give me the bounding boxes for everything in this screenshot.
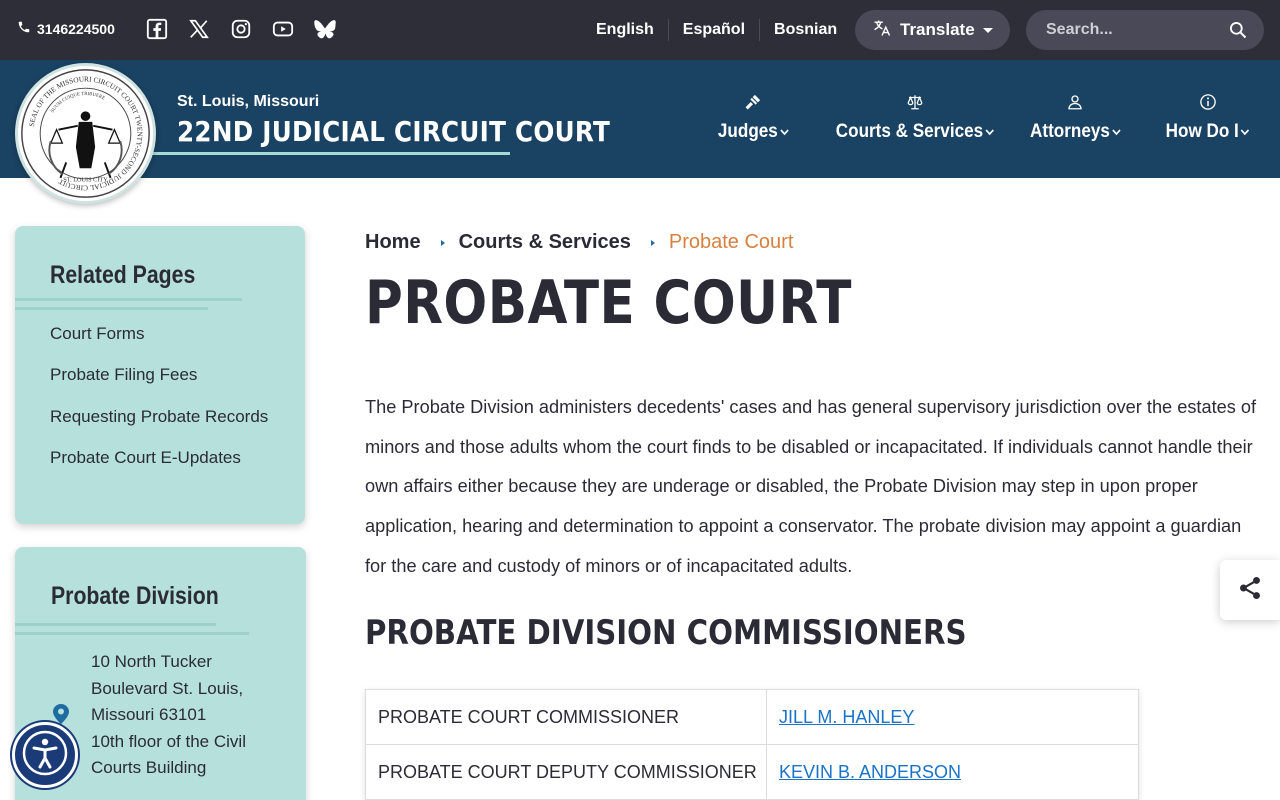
gavel-icon <box>744 93 762 121</box>
accessibility-button[interactable] <box>12 722 78 788</box>
page-title: PROBATE COURT <box>365 268 852 338</box>
phone-number: 3146224500 <box>37 20 115 37</box>
lang-english[interactable]: English <box>582 19 669 41</box>
title-underline <box>15 632 249 635</box>
info-icon <box>1199 93 1217 121</box>
lang-bosnian[interactable]: Bosnian <box>760 19 851 41</box>
utility-bar: 3146224500 English Español Bosnian Trans… <box>0 0 1280 60</box>
related-pages-title: Related Pages <box>50 261 196 289</box>
address-line: 10th floor of the Civil <box>91 731 246 751</box>
court-location: St. Louis, Missouri <box>177 93 320 110</box>
nav-how-label: How Do I <box>1165 121 1239 142</box>
caret-down-icon <box>982 20 993 40</box>
division-address: 10 North Tucker Boulevard St. Louis, Mis… <box>91 649 281 782</box>
breadcrumb-current: Probate Court <box>668 231 794 253</box>
nav-attorneys[interactable]: Attorneys <box>1025 93 1126 143</box>
youtube-icon[interactable] <box>272 18 294 40</box>
chevron-down-icon <box>1240 129 1250 136</box>
nav-judges[interactable]: Judges <box>714 93 793 143</box>
share-icon <box>1237 575 1263 606</box>
related-pages-card: Related Pages Court Forms Probate Filing… <box>15 226 305 524</box>
seal-bottom-text: ST. LOUIS CITY <box>63 177 108 184</box>
nav-courts-services[interactable]: Courts & Services <box>827 93 1003 143</box>
address-line: 10 North Tucker <box>91 652 212 671</box>
chevron-down-icon <box>779 129 789 136</box>
triangle-right-icon <box>650 239 655 246</box>
table-row: PROBATE COURT DEPUTY COMMISSIONER KEVIN … <box>365 744 1139 800</box>
share-button[interactable] <box>1220 560 1280 620</box>
nav-judges-label: Judges <box>717 121 778 142</box>
lang-espanol[interactable]: Español <box>669 19 761 41</box>
phone-icon <box>17 20 31 37</box>
table-row: PROBATE COURT COMMISSIONER JILL M. HANLE… <box>365 689 1139 745</box>
triangle-right-icon <box>440 239 445 246</box>
nav-courts-label: Courts & Services <box>835 121 984 142</box>
language-links: English Español Bosnian <box>582 19 851 41</box>
translate-icon <box>872 18 892 43</box>
link-probate-filing-fees[interactable]: Probate Filing Fees <box>50 365 197 385</box>
translate-label: Translate <box>900 20 975 39</box>
instagram-icon[interactable] <box>230 18 252 40</box>
person-icon <box>1066 93 1084 121</box>
link-requesting-probate-records[interactable]: Requesting Probate Records <box>50 407 268 427</box>
commissioner-role: PROBATE COURT DEPUTY COMMISSIONER <box>365 744 767 800</box>
accessibility-icon <box>20 728 70 783</box>
link-court-forms[interactable]: Court Forms <box>50 324 144 344</box>
phone-link[interactable]: 3146224500 <box>17 20 115 37</box>
commissioners-table: PROBATE COURT COMMISSIONER JILL M. HANLE… <box>365 689 1139 800</box>
x-icon[interactable] <box>188 18 210 40</box>
title-underline <box>15 623 216 626</box>
scales-icon <box>906 93 924 121</box>
bluesky-icon[interactable] <box>314 18 336 40</box>
commissioner-link[interactable]: KEVIN B. ANDERSON <box>779 762 961 782</box>
nav-how-do-i[interactable]: How Do I <box>1161 93 1254 143</box>
search-icon[interactable] <box>1228 20 1248 40</box>
title-underline <box>15 307 208 310</box>
translate-button[interactable]: Translate <box>855 10 1010 50</box>
commissioner-name-cell: KEVIN B. ANDERSON <box>766 744 1139 800</box>
commissioner-name-cell: JILL M. HANLEY <box>766 689 1139 745</box>
nav-attorneys-label: Attorneys <box>1030 121 1110 142</box>
address-line: Missouri 63101 <box>91 705 207 724</box>
title-underline <box>15 298 242 301</box>
search-box <box>1026 10 1264 50</box>
section-title: PROBATE DIVISION COMMISSIONERS <box>365 613 967 653</box>
social-links <box>146 18 336 40</box>
breadcrumb-courts-services[interactable]: Courts & Services <box>459 231 631 254</box>
chevron-down-icon <box>1111 129 1121 136</box>
breadcrumb-home[interactable]: Home <box>365 231 421 254</box>
probate-division-title: Probate Division <box>51 582 219 610</box>
facebook-icon[interactable] <box>146 18 168 40</box>
court-name-link[interactable]: 22ND JUDICIAL CIRCUIT COURT <box>177 115 610 148</box>
chevron-down-icon <box>985 129 994 136</box>
breadcrumb: Home Courts & Services Probate Court <box>365 231 793 254</box>
link-probate-e-updates[interactable]: Probate Court E-Updates <box>50 448 241 468</box>
site-header: SEAL OF THE MISSOURI CIRCUIT COURT TWENT… <box>0 60 1280 204</box>
court-seal-logo[interactable]: SEAL OF THE MISSOURI CIRCUIT COURT TWENT… <box>15 63 156 204</box>
search-input[interactable] <box>1026 10 1226 50</box>
address-line: Courts Building <box>91 758 207 777</box>
map-pin-icon <box>53 704 69 724</box>
intro-paragraph: The Probate Division administers deceden… <box>365 397 1257 576</box>
commissioner-link[interactable]: JILL M. HANLEY <box>779 707 914 727</box>
commissioner-role: PROBATE COURT COMMISSIONER <box>365 689 767 745</box>
title-underline <box>150 152 510 155</box>
address-line: Boulevard St. Louis, <box>91 678 244 698</box>
